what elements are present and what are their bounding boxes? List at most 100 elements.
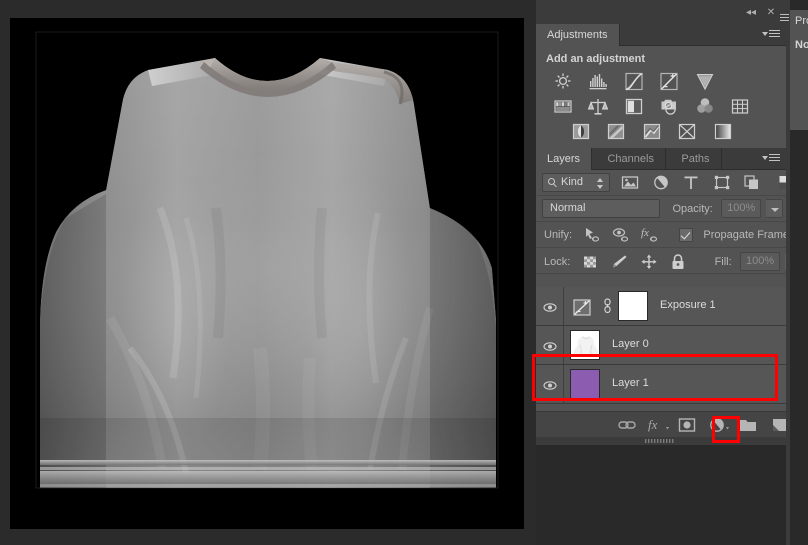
svg-text:fx: fx <box>641 227 649 239</box>
properties-body-label: Normal <box>795 39 808 51</box>
curves-icon[interactable] <box>623 71 645 92</box>
svg-text:fx: fx <box>648 417 658 432</box>
threshold-icon[interactable] <box>641 121 663 142</box>
opacity-value: 100% <box>727 202 756 214</box>
eye-icon[interactable] <box>543 378 557 390</box>
layer-filter-kind-select[interactable]: Kind <box>542 173 610 192</box>
layer-thumbnail[interactable] <box>570 330 600 360</box>
unify-visibility-icon[interactable] <box>611 226 631 244</box>
layer-name: Exposure 1 <box>660 299 716 311</box>
right-dock: ◂◂ ✕ Adjustments Add an adjustment Layer… <box>536 0 808 545</box>
layer-list[interactable]: Exposure 1 Layer 0 Layer 1 <box>536 287 786 405</box>
layer-thumbnail[interactable] <box>570 369 600 399</box>
panel-menu-icon[interactable] <box>780 14 789 22</box>
search-icon <box>548 178 555 185</box>
document-canvas[interactable] <box>10 18 524 529</box>
half-circle-icon[interactable] <box>708 416 729 434</box>
blend-mode-row: Normal Opacity: 100% <box>536 196 786 222</box>
adjustment-row-3 <box>552 121 786 146</box>
filter-adjustment-layers-icon[interactable] <box>651 173 671 192</box>
filter-shape-layers-icon[interactable] <box>712 173 732 192</box>
exposure-icon[interactable] <box>658 71 680 92</box>
adjustment-row-1 <box>552 71 786 96</box>
levels-icon[interactable] <box>587 71 609 92</box>
panel-resize-grip[interactable] <box>536 437 786 445</box>
lock-image-pixels-icon[interactable] <box>609 253 629 271</box>
color-lookup-icon[interactable] <box>729 96 751 117</box>
panel-menu-icon[interactable] <box>762 28 780 42</box>
layers-tabstrip: Layers Channels Paths <box>536 148 786 170</box>
link-icon[interactable] <box>617 416 637 434</box>
folder-icon[interactable] <box>738 416 758 434</box>
color-balance-icon[interactable] <box>587 96 609 117</box>
eye-icon[interactable] <box>543 300 557 312</box>
canvas-area[interactable] <box>0 0 536 545</box>
table-row[interactable]: Layer 0 <box>536 326 786 365</box>
black-white-icon[interactable] <box>623 96 645 117</box>
lock-label: Lock: <box>544 255 571 268</box>
properties-tabstrip: Properties <box>790 10 808 32</box>
table-row[interactable]: Exposure 1 <box>536 287 786 326</box>
blend-mode-select[interactable]: Normal <box>542 199 660 218</box>
lock-position-icon[interactable] <box>639 253 659 271</box>
propagate-frame-label: Propagate Frame 1 <box>703 229 799 241</box>
layer-name: Layer 1 <box>612 377 649 389</box>
tab-adjustments[interactable]: Adjustments <box>536 24 620 46</box>
layer-filter-row: Kind <box>536 170 787 196</box>
opacity-dropdown-button[interactable] <box>765 199 783 218</box>
adjustment-icon-grid <box>536 69 786 146</box>
layer-mask-icon[interactable] <box>677 416 697 434</box>
filter-smart-object-icon[interactable] <box>742 173 762 192</box>
filter-pixel-layers-icon[interactable] <box>620 173 640 192</box>
fill-value: 100% <box>746 255 775 267</box>
tab-layers[interactable]: Layers <box>536 148 593 170</box>
unify-position-icon[interactable] <box>582 226 602 244</box>
visibility-cell <box>536 326 564 364</box>
blend-mode-value: Normal <box>550 202 586 214</box>
unify-label: Unify: <box>544 229 573 241</box>
layer-mask-thumbnail[interactable] <box>618 291 648 321</box>
unify-style-icon[interactable]: fx <box>640 226 660 244</box>
dock-titlebar: ◂◂ ✕ <box>536 0 786 24</box>
lock-all-icon[interactable] <box>668 253 688 271</box>
layers-panel: Layers Channels Paths Kind Normal Opacit… <box>536 148 808 445</box>
invert-icon[interactable] <box>570 121 592 142</box>
tab-channels[interactable]: Channels <box>596 148 666 170</box>
lock-transparent-pixels-icon[interactable] <box>580 253 600 271</box>
hue-saturation-icon[interactable] <box>552 96 574 117</box>
tab-properties[interactable]: Properties <box>790 10 808 32</box>
layer-list-filler <box>536 404 786 405</box>
tank-top-artwork <box>10 18 524 529</box>
exposure-adjustment-icon[interactable] <box>572 299 591 316</box>
fill-label: Fill: <box>714 255 732 268</box>
propagate-frame-checkbox[interactable] <box>678 228 693 242</box>
fill-input[interactable]: 100% <box>740 252 781 271</box>
properties-dock-strip: Properties Normal <box>780 0 808 545</box>
brightness-contrast-icon[interactable] <box>552 71 574 92</box>
tab-paths[interactable]: Paths <box>670 148 722 170</box>
eye-icon[interactable] <box>543 339 557 351</box>
close-icon[interactable]: ✕ <box>764 6 778 19</box>
channel-mixer-icon[interactable] <box>694 96 716 117</box>
photoshop-window: ◂◂ ✕ Adjustments Add an adjustment Layer… <box>0 0 808 545</box>
selective-color-icon[interactable] <box>676 121 698 142</box>
gradient-map-icon[interactable] <box>712 121 734 142</box>
adjustments-title: Add an adjustment <box>546 53 646 65</box>
visibility-cell <box>536 365 564 403</box>
table-row[interactable]: Layer 1 <box>536 365 786 404</box>
unify-row: Unify: fx Propagate Frame 1 <box>536 222 798 248</box>
panel-menu-icon[interactable] <box>762 152 780 166</box>
filter-type-layers-icon[interactable] <box>681 173 701 192</box>
vibrance-icon[interactable] <box>694 71 716 92</box>
adjustment-row-2 <box>552 96 786 121</box>
photo-filter-icon[interactable] <box>658 96 680 117</box>
opacity-input[interactable]: 100% <box>721 199 762 218</box>
opacity-label: Opacity: <box>672 202 713 215</box>
visibility-cell <box>536 287 564 325</box>
collapse-to-icons-icon[interactable]: ◂◂ <box>744 6 758 19</box>
layer-name: Layer 0 <box>612 338 649 350</box>
posterize-icon[interactable] <box>605 121 627 142</box>
chevron-updown-icon <box>597 178 604 189</box>
fx-icon[interactable]: fx <box>647 416 669 434</box>
mask-link-icon[interactable] <box>602 298 612 314</box>
